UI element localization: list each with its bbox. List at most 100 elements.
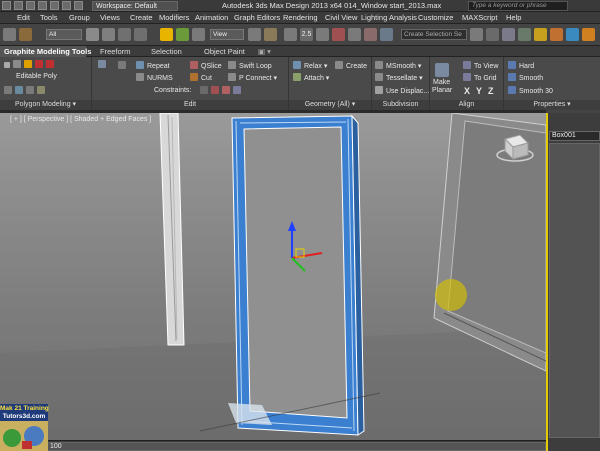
- quickslice-button[interactable]: QSlice: [190, 61, 222, 72]
- to-grid-button[interactable]: To Grid: [463, 73, 497, 84]
- spinner-snap-icon[interactable]: [332, 28, 345, 41]
- layer-manager-icon[interactable]: [470, 28, 483, 41]
- open-file-icon[interactable]: [26, 1, 35, 10]
- align-z-button[interactable]: Z: [488, 86, 494, 96]
- perspective-viewport[interactable]: [ + ] [ Perspective ] [ Shaded + Edged F…: [0, 113, 546, 440]
- search-input[interactable]: Type a keyword or phrase: [468, 1, 568, 11]
- save-file-icon[interactable]: [38, 1, 47, 10]
- swift-loop-button[interactable]: Swift Loop: [228, 61, 272, 72]
- menu-rendering[interactable]: Rendering: [283, 13, 318, 23]
- p-connect-button[interactable]: P Connect ▾: [228, 73, 277, 84]
- repeat-button[interactable]: Repeat: [136, 61, 170, 72]
- menu-customize[interactable]: Customize: [418, 13, 453, 23]
- collapse-stack-icon[interactable]: [26, 86, 34, 94]
- make-planar-label-2[interactable]: Planar: [432, 86, 452, 96]
- select-and-scale-icon[interactable]: [192, 28, 205, 41]
- menu-modifiers[interactable]: Modifiers: [159, 13, 189, 23]
- make-planar-icon[interactable]: [435, 63, 449, 77]
- menu-civil-view[interactable]: Civil View: [325, 13, 357, 23]
- nurms-button[interactable]: NURMS: [136, 73, 173, 84]
- modifier-stack[interactable]: [549, 143, 600, 438]
- selected-window-frame[interactable]: [231, 114, 365, 436]
- menu-tools[interactable]: Tools: [40, 13, 58, 23]
- menu-edit[interactable]: Edit: [17, 13, 30, 23]
- tab-object-paint[interactable]: Object Paint: [204, 47, 245, 56]
- ribbon-minimize-icon[interactable]: ▣ ▾: [258, 47, 271, 56]
- redo-icon[interactable]: [62, 1, 71, 10]
- edge-icon[interactable]: [13, 60, 21, 68]
- tab-freeform[interactable]: Freeform: [100, 47, 130, 56]
- manipulate-icon[interactable]: [264, 28, 277, 41]
- angle-snap-icon[interactable]: 2.5: [300, 28, 313, 41]
- menu-lighting-analysis[interactable]: Lighting Analysis: [361, 13, 417, 23]
- new-file-icon[interactable]: [14, 1, 23, 10]
- pivot-center-icon[interactable]: [248, 28, 261, 41]
- hard-button[interactable]: Hard: [508, 61, 534, 72]
- tab-selection[interactable]: Selection: [151, 47, 182, 56]
- left-window-frame[interactable]: [159, 113, 185, 346]
- object-name-field[interactable]: Box001: [549, 131, 600, 141]
- select-and-rotate-icon[interactable]: [176, 28, 189, 41]
- menu-create[interactable]: Create: [130, 13, 153, 23]
- panel-title-geometry[interactable]: Geometry (All) ▾: [289, 100, 371, 110]
- create-button[interactable]: Create: [335, 61, 367, 72]
- attach-button[interactable]: Attach ▾: [293, 73, 329, 84]
- project-folder-icon[interactable]: [74, 1, 83, 10]
- select-by-name-icon[interactable]: [102, 28, 115, 41]
- select-link-icon[interactable]: [19, 28, 32, 41]
- menu-graph-editors[interactable]: Graph Editors: [234, 13, 280, 23]
- menu-maxscript[interactable]: MAXScript: [462, 13, 497, 23]
- soft-select-icon[interactable]: [118, 61, 126, 69]
- select-and-move-icon[interactable]: [160, 28, 173, 41]
- tessellate-button[interactable]: Tessellate ▾: [375, 73, 423, 84]
- reference-coordinate-dropdown[interactable]: View: [210, 29, 244, 40]
- snaps-toggle-icon[interactable]: [284, 28, 297, 41]
- modify-mode-icon[interactable]: [4, 86, 12, 94]
- undo-icon[interactable]: [3, 28, 16, 41]
- relax-button[interactable]: Relax ▾: [293, 61, 327, 72]
- menu-help[interactable]: Help: [506, 13, 521, 23]
- panel-title-properties[interactable]: Properties ▾: [504, 100, 600, 110]
- use-displace-button[interactable]: Use Displac...: [375, 86, 429, 97]
- viewport-label[interactable]: [ + ] [ Perspective ] [ Shaded + Edged F…: [10, 115, 151, 124]
- align-icon[interactable]: [380, 28, 393, 41]
- cut-button[interactable]: Cut: [190, 73, 212, 84]
- menu-group[interactable]: Group: [69, 13, 90, 23]
- panel-title-polygon-modeling[interactable]: Polygon Modeling ▾: [0, 100, 91, 110]
- material-editor-icon[interactable]: [534, 28, 547, 41]
- menu-animation[interactable]: Animation: [195, 13, 228, 23]
- undo-icon[interactable]: [50, 1, 59, 10]
- constraint-none-icon[interactable]: [200, 86, 208, 94]
- smooth-button[interactable]: Smooth: [508, 73, 543, 84]
- edit-named-selection-icon[interactable]: [348, 28, 361, 41]
- tab-graphite-modeling-tools[interactable]: Graphite Modeling Tools: [0, 46, 91, 57]
- to-view-button[interactable]: To View: [463, 61, 498, 72]
- percent-snap-icon[interactable]: [316, 28, 329, 41]
- rectangle-selection-icon[interactable]: [118, 28, 131, 41]
- time-slider[interactable]: [46, 442, 546, 451]
- align-x-button[interactable]: X: [464, 86, 470, 96]
- smooth30-button[interactable]: Smooth 30: [508, 86, 553, 97]
- constraint-edge-icon[interactable]: [211, 86, 219, 94]
- align-y-button[interactable]: Y: [476, 86, 482, 96]
- workspace-dropdown[interactable]: Workspace: Default: [92, 1, 178, 11]
- create-selection-set-input[interactable]: Create Selection Se: [401, 29, 467, 40]
- mirror-icon[interactable]: [364, 28, 377, 41]
- preserve-uvs-icon[interactable]: [15, 86, 23, 94]
- app-menu-icon[interactable]: [2, 1, 11, 10]
- border-icon[interactable]: [24, 60, 32, 68]
- render-icon[interactable]: [582, 28, 595, 41]
- render-setup-icon[interactable]: [550, 28, 563, 41]
- curve-editor-icon[interactable]: [502, 28, 515, 41]
- graphite-toggle-icon[interactable]: [486, 28, 499, 41]
- menu-views[interactable]: Views: [100, 13, 120, 23]
- uv-icon[interactable]: [98, 60, 106, 68]
- schematic-view-icon[interactable]: [518, 28, 531, 41]
- window-crossing-icon[interactable]: [134, 28, 147, 41]
- constraint-face-icon[interactable]: [222, 86, 230, 94]
- vertex-icon[interactable]: [4, 62, 10, 68]
- msmooth-button[interactable]: MSmooth ▾: [375, 61, 421, 72]
- show-end-result-icon[interactable]: [37, 86, 45, 94]
- select-object-icon[interactable]: [86, 28, 99, 41]
- rendered-frame-icon[interactable]: [566, 28, 579, 41]
